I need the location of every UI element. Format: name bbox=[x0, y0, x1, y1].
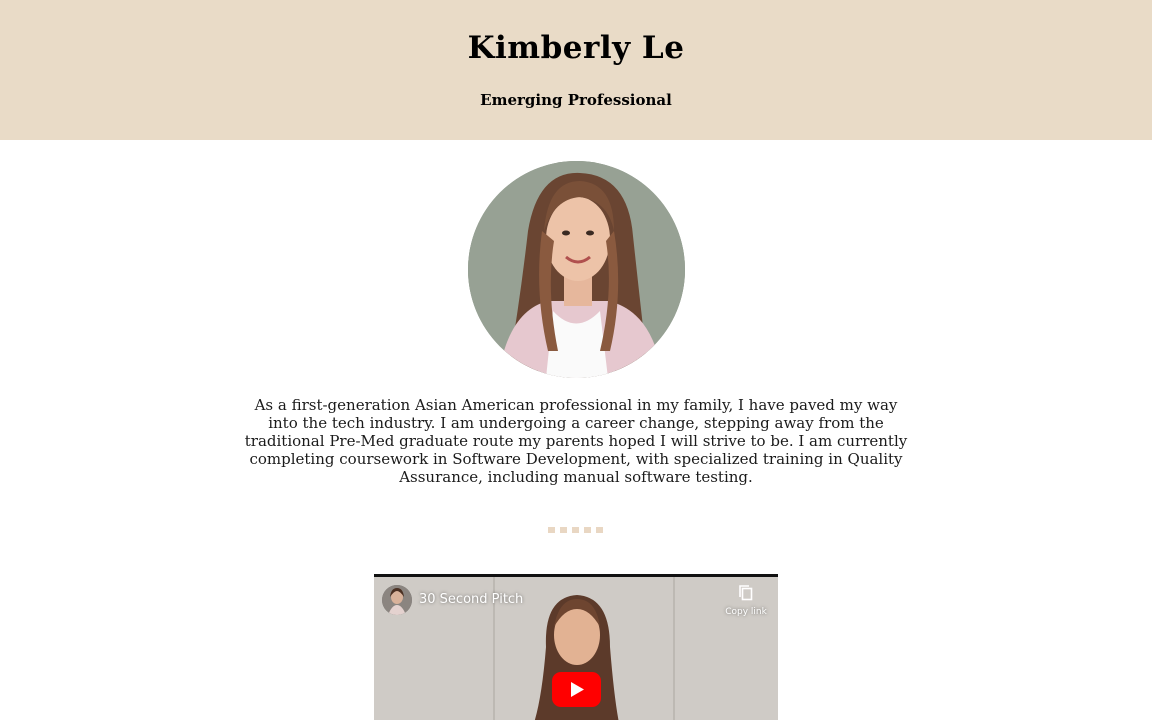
youtube-play-button[interactable] bbox=[552, 672, 601, 707]
copy-link-button[interactable]: Copy link bbox=[716, 585, 776, 617]
site-header: Kimberly Le Emerging Professional bbox=[0, 0, 1152, 140]
divider-dot bbox=[560, 527, 567, 533]
divider-dot bbox=[596, 527, 603, 533]
section-divider bbox=[548, 527, 603, 533]
profile-photo bbox=[468, 161, 685, 378]
channel-avatar[interactable] bbox=[382, 585, 412, 615]
copy-link-label: Copy link bbox=[725, 607, 767, 617]
divider-dot bbox=[572, 527, 579, 533]
youtube-play-icon bbox=[552, 672, 601, 707]
video-embed[interactable]: 30 Second Pitch Copy link bbox=[374, 574, 778, 720]
page-title: Kimberly Le bbox=[467, 30, 685, 66]
video-title[interactable]: 30 Second Pitch bbox=[419, 592, 523, 607]
divider-dot bbox=[584, 527, 591, 533]
copy-icon bbox=[739, 585, 753, 601]
divider-dot bbox=[548, 527, 555, 533]
bio-paragraph: As a first-generation Asian American pro… bbox=[244, 396, 908, 486]
page-subtitle: Emerging Professional bbox=[480, 91, 672, 109]
